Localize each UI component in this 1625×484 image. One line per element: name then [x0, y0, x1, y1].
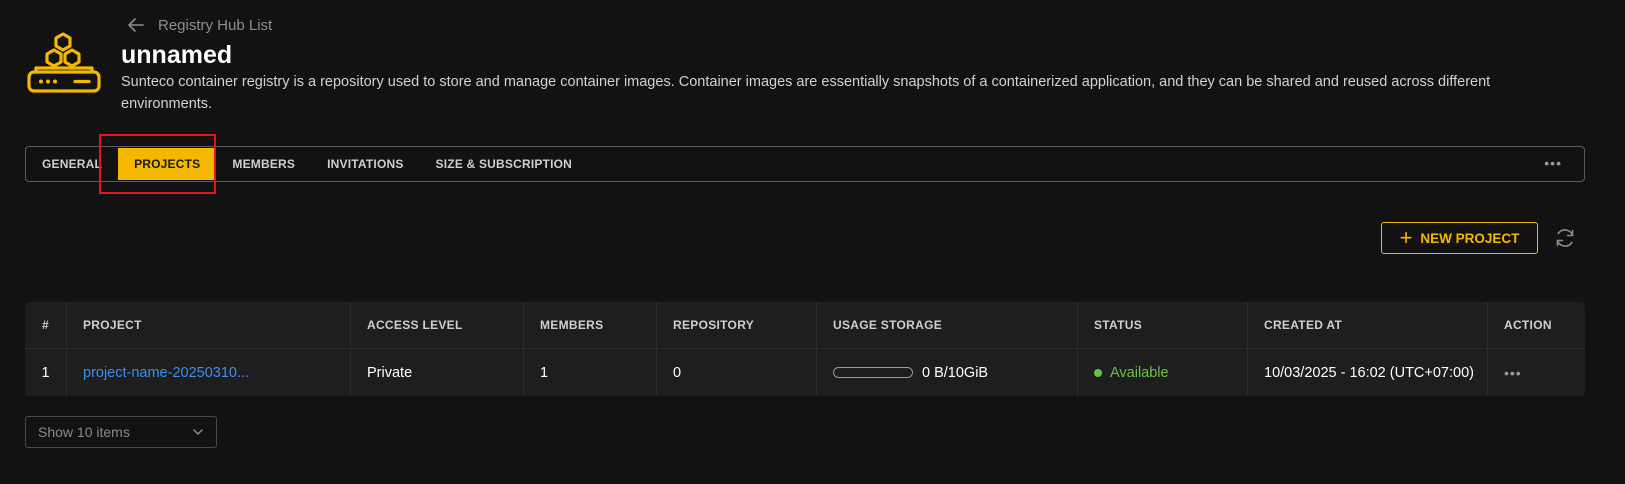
column-header-members: MEMBERS [524, 302, 657, 348]
column-header-repository: REPOSITORY [657, 302, 817, 348]
tab-members[interactable]: MEMBERS [216, 148, 311, 180]
column-header-action: ACTION [1504, 318, 1552, 332]
row-repository: 0 [657, 349, 817, 396]
row-access-level: Private [351, 349, 524, 396]
tab-invitations[interactable]: INVITATIONS [311, 148, 419, 180]
tab-general[interactable]: GENERAL [26, 148, 118, 180]
row-more-icon[interactable]: ••• [1504, 365, 1522, 381]
row-action-cell: ••• [1488, 349, 1585, 396]
chevron-down-icon [193, 429, 203, 435]
storage-progress-bar [833, 367, 913, 378]
back-link[interactable]: Registry Hub List [126, 15, 272, 35]
column-header-created-at: CREATED AT [1248, 302, 1488, 348]
tab-projects[interactable]: PROJECTS [118, 148, 217, 180]
refresh-icon[interactable] [1554, 227, 1576, 249]
registry-description: Sunteco container registry is a reposito… [121, 74, 1491, 112]
tab-bar: GENERAL PROJECTS MEMBERS INVITATIONS SIZ… [25, 146, 1585, 182]
column-header-status: STATUS [1078, 302, 1248, 348]
back-link-label: Registry Hub List [158, 16, 273, 34]
row-status-cell: Available [1078, 349, 1248, 396]
row-created-at: 10/03/2025 - 16:02 (UTC+07:00) [1248, 349, 1488, 396]
page-size-label: Show 10 items [38, 424, 130, 440]
row-usage-storage-cell: 0 B/10GiB [817, 349, 1078, 396]
arrow-left-icon [128, 18, 144, 32]
table-header: # PROJECT ACCESS LEVEL MEMBERS REPOSITOR… [25, 302, 1585, 349]
page-size-select[interactable]: Show 10 items [25, 416, 217, 448]
storage-usage-text: 0 B/10GiB [922, 364, 989, 381]
status-dot-icon [1094, 368, 1102, 377]
status-badge: Available [1110, 364, 1169, 381]
registry-logo-icon [27, 32, 101, 93]
new-project-button[interactable]: + NEW PROJECT [1381, 222, 1538, 254]
tab-size-subscription[interactable]: SIZE & SUBSCRIPTION [420, 148, 588, 180]
column-header-index: # [25, 302, 67, 348]
page-title: unnamed [121, 41, 233, 69]
tabs-more-icon[interactable]: ••• [1544, 155, 1562, 171]
row-members: 1 [524, 349, 657, 396]
new-project-label: NEW PROJECT [1420, 230, 1520, 246]
row-index: 1 [25, 349, 67, 396]
table-row: 1 project-name-20250310... Private 1 0 0… [25, 349, 1585, 396]
projects-table: # PROJECT ACCESS LEVEL MEMBERS REPOSITOR… [25, 302, 1585, 396]
column-header-access-level: ACCESS LEVEL [351, 302, 524, 348]
plus-icon: + [1399, 225, 1413, 250]
project-name-link[interactable]: project-name-20250310... [83, 365, 249, 381]
row-project-cell: project-name-20250310... [67, 349, 351, 396]
column-header-usage-storage: USAGE STORAGE [817, 302, 1078, 348]
column-header-project: PROJECT [67, 302, 351, 348]
